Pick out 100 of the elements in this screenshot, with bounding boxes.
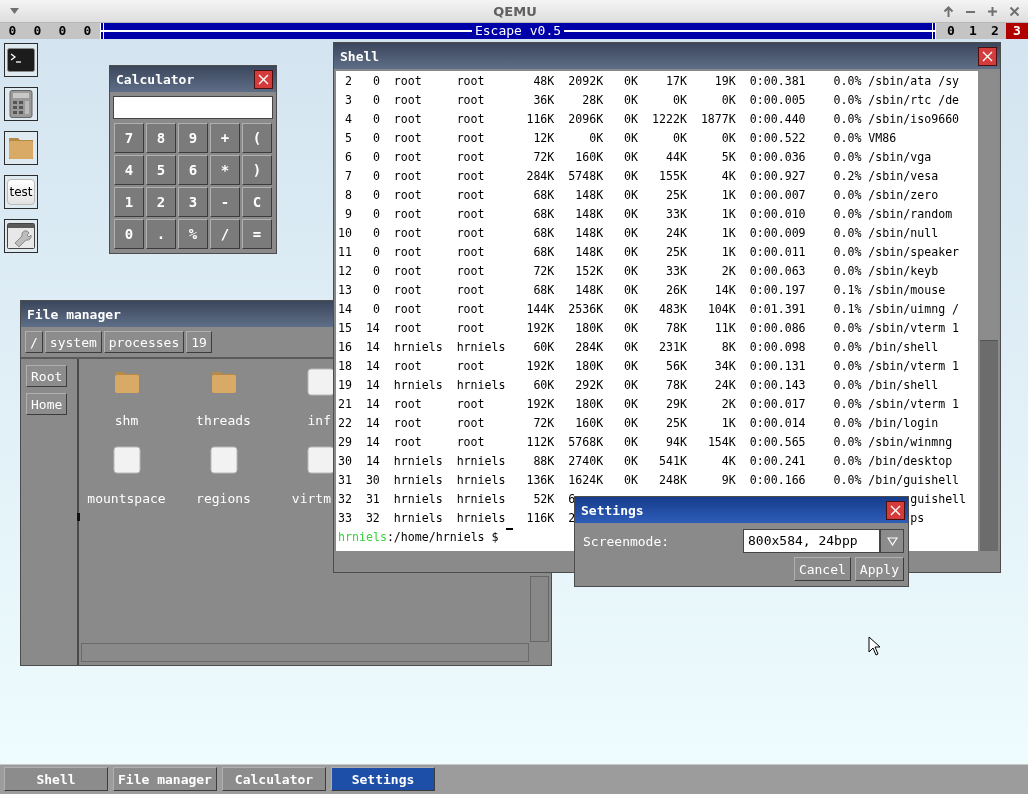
output-text: 0 [371, 263, 380, 280]
close-button[interactable] [978, 46, 997, 66]
output-text: 0:00.005 [749, 92, 806, 109]
output-text: root [456, 73, 486, 90]
calculator-key[interactable]: 9 [178, 123, 208, 153]
calculator-key[interactable]: ) [242, 155, 272, 185]
display-field[interactable] [113, 96, 273, 119]
output-text: 0K [623, 73, 639, 90]
screenmode-field[interactable]: 800x584, 24bpp [743, 529, 880, 553]
output-text: 11K [713, 320, 736, 337]
output-text: 0.0% [833, 73, 862, 90]
place-button[interactable]: Root [26, 365, 68, 387]
output-text: 14 [364, 396, 380, 413]
file-name[interactable]: threads [196, 413, 251, 428]
calculator-key[interactable]: 3 [178, 187, 208, 217]
launcher-button[interactable] [4, 43, 38, 77]
output-text: 0 [371, 168, 380, 185]
calculator-key[interactable]: 7 [114, 123, 144, 153]
calculator-key[interactable]: 4 [114, 155, 144, 185]
workspace-tab[interactable]: 0 [940, 23, 962, 39]
close-icon[interactable] [1009, 5, 1020, 17]
launcher-button[interactable] [4, 131, 38, 165]
output-text: 0K [623, 130, 639, 147]
output-text: /bin/shell [868, 377, 939, 394]
taskbar-button[interactable]: Calculator [222, 767, 326, 791]
output-text: 4K [720, 168, 736, 185]
output-text: 0K [623, 339, 639, 356]
output-text: 0K [623, 415, 639, 432]
output-text: 0:00.063 [749, 263, 806, 280]
splitter-handle[interactable] [77, 513, 80, 521]
output-text: 0K [623, 92, 639, 109]
scrollbar[interactable] [530, 576, 549, 642]
dropdown-icon[interactable] [10, 8, 19, 14]
output-text: 14 [338, 301, 352, 318]
launcher-button[interactable] [4, 87, 38, 121]
close-button[interactable] [886, 500, 905, 520]
calculator-key[interactable]: 8 [146, 123, 176, 153]
output-text: 33K [665, 263, 687, 280]
close-icon [890, 504, 901, 516]
output-text: 0:00.927 [749, 168, 806, 185]
taskbar-button[interactable]: Shell [4, 767, 108, 791]
calculator-key[interactable]: 0 [114, 219, 144, 249]
launcher-button[interactable] [4, 219, 38, 253]
calculator-key[interactable]: ( [242, 123, 272, 153]
arrow-up-icon[interactable] [943, 5, 954, 17]
output-text: 136K [525, 472, 555, 489]
output-text: root [456, 206, 486, 223]
scrollbar[interactable] [81, 643, 529, 662]
dropdown-button[interactable] [880, 529, 904, 553]
taskbar-button[interactable]: Settings [331, 767, 435, 791]
calculator-key[interactable]: + [210, 123, 240, 153]
calculator-key[interactable]: 6 [178, 155, 208, 185]
dropdown-icon [886, 536, 898, 546]
output-text: 0K [623, 320, 639, 337]
maximize-icon[interactable] [987, 5, 998, 17]
calculator-key[interactable]: / [210, 219, 240, 249]
calculator-key[interactable]: = [242, 219, 272, 249]
calculator-key[interactable]: 5 [146, 155, 176, 185]
file-name[interactable]: mountspace [87, 491, 166, 506]
dialog-button[interactable]: Apply [854, 557, 904, 581]
calculator-key[interactable]: 1 [114, 187, 144, 217]
calculator-key[interactable]: % [178, 219, 208, 249]
output-text: 34K [713, 358, 736, 375]
calculator-key[interactable]: * [210, 155, 240, 185]
output-text: 30 [338, 453, 352, 470]
workspace-tab[interactable]: 2 [984, 23, 1006, 39]
counter: 0 [58, 23, 67, 39]
path-button[interactable]: / [25, 331, 43, 353]
taskbar-button[interactable]: File manager [113, 767, 217, 791]
output-text: hrniels [393, 510, 444, 527]
output-text: 21 [338, 396, 352, 413]
path-button[interactable]: processes [103, 331, 185, 353]
calculator-key[interactable]: - [210, 187, 240, 217]
dialog-button[interactable]: Cancel [793, 557, 851, 581]
output-text: root [393, 225, 423, 242]
calculator-key[interactable]: 2 [146, 187, 176, 217]
path-button[interactable]: 19 [186, 331, 212, 353]
workspace-tab[interactable]: 3 [1006, 23, 1028, 39]
output-text: root [393, 358, 423, 375]
window-title: QEMU [493, 3, 537, 19]
output-text: 0:00.014 [749, 415, 806, 432]
calculator-key[interactable]: . [146, 219, 176, 249]
file-name[interactable]: regions [196, 491, 251, 506]
output-text: 0.0% [833, 149, 862, 166]
close-button[interactable] [254, 69, 273, 89]
place-button[interactable]: Home [26, 393, 68, 415]
scrollbar-thumb[interactable] [980, 340, 998, 551]
counter: 0 [33, 23, 42, 39]
launcher-button[interactable]: test [4, 175, 38, 209]
output-text: root [393, 301, 423, 318]
file-name[interactable]: inf [307, 413, 331, 428]
output-text: root [456, 434, 486, 451]
file-name[interactable]: shm [114, 413, 139, 428]
workspace-tab[interactable]: 1 [962, 23, 984, 39]
file-name[interactable]: virtm [291, 491, 331, 506]
path-button[interactable]: system [44, 331, 102, 353]
output-text: 0K [623, 453, 639, 470]
output-text: /sbin/vterm 1 [868, 396, 960, 413]
calculator-key[interactable]: C [242, 187, 272, 217]
output-text: root [456, 415, 486, 432]
